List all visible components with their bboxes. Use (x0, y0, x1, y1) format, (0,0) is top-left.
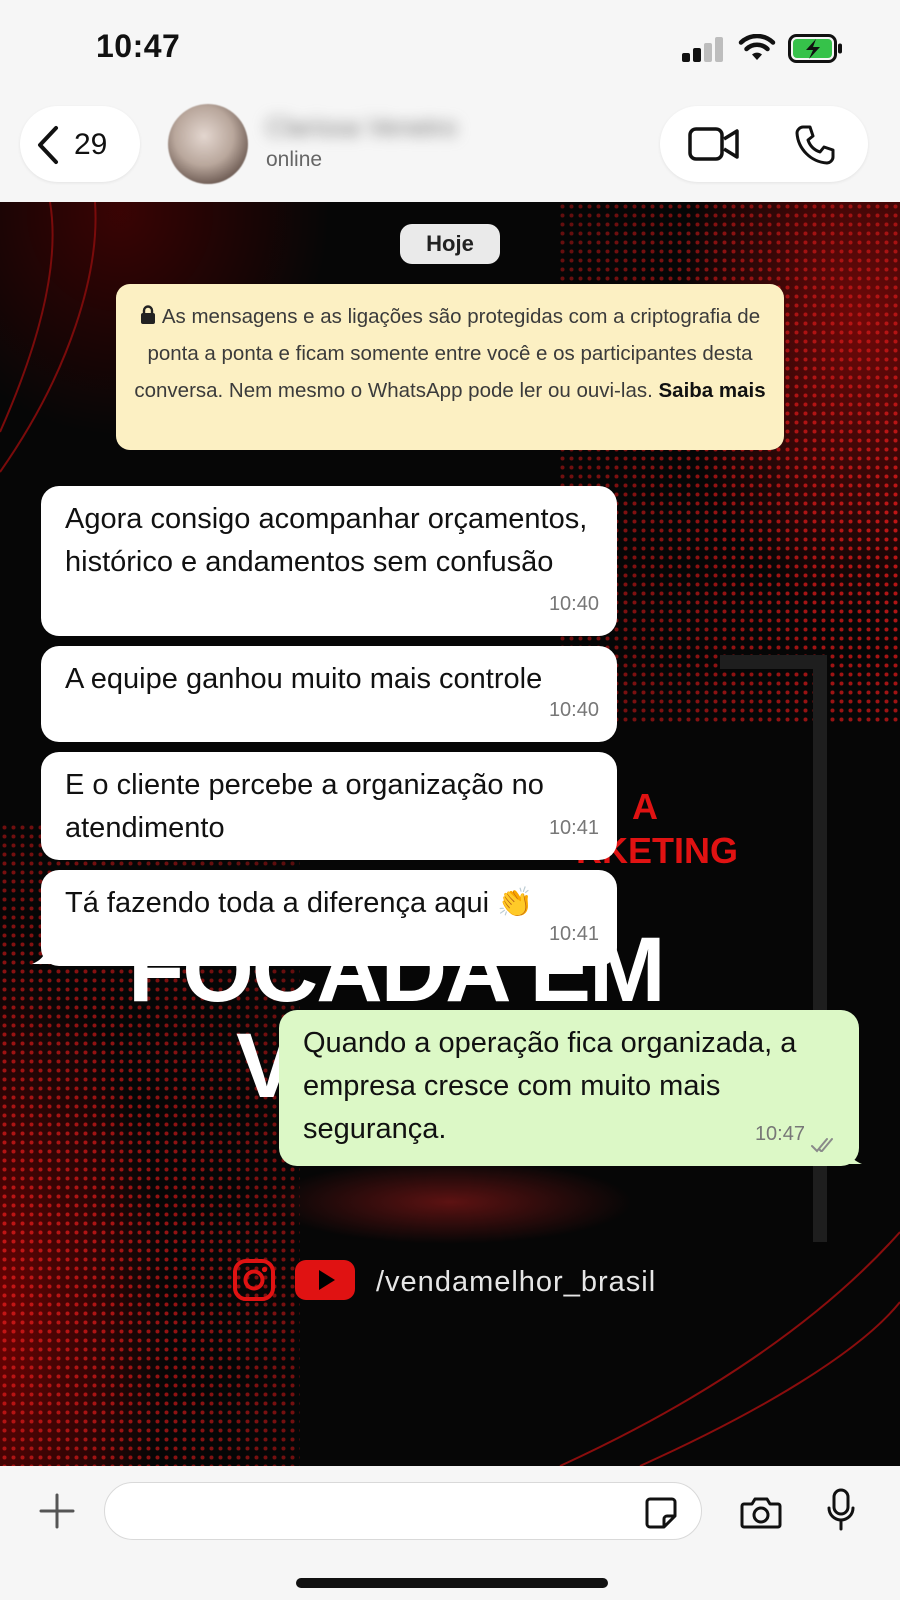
call-actions (660, 106, 868, 182)
sticker-icon[interactable] (644, 1496, 678, 1530)
message-time: 10:40 (548, 593, 599, 615)
bubble-tail (32, 946, 52, 964)
cellular-signal-icon (682, 36, 726, 62)
avatar[interactable] (168, 104, 248, 184)
phone-icon[interactable] (794, 124, 836, 166)
message-text: A equipe ganhou muito mais controle (65, 663, 543, 695)
message-time: 10:41 (548, 817, 599, 839)
message-bubble-outgoing[interactable]: Quando a operação fica organizada, a emp… (279, 1010, 859, 1166)
instagram-icon (233, 1259, 275, 1301)
chevron-left-icon (38, 126, 58, 164)
video-call-icon[interactable] (688, 126, 740, 162)
chat-header: 29 Clarissa Venetro online (0, 100, 900, 202)
message-composer (0, 1466, 900, 1600)
message-text: Agora consigo acompanhar orçamentos, his… (65, 503, 588, 578)
battery-charging-icon (788, 34, 842, 63)
home-indicator[interactable] (296, 1578, 608, 1588)
double-check-icon (811, 1138, 833, 1153)
message-text: Quando a operação fica organizada, a emp… (303, 1027, 797, 1145)
message-bubble-incoming[interactable]: Tá fazendo toda a diferença aqui 👏 10:41 (41, 870, 617, 966)
message-bubble-incoming[interactable]: A equipe ganhou muito mais controle 10:4… (41, 646, 617, 742)
contact-name[interactable]: Clarissa Venetro (266, 112, 506, 144)
lock-icon (140, 305, 155, 324)
wifi-icon (738, 34, 776, 60)
message-time: 10:47 (754, 1123, 805, 1145)
social-handle: /vendamelhor_brasil (376, 1266, 657, 1298)
status-time: 10:47 (96, 28, 181, 64)
plus-icon[interactable] (38, 1492, 76, 1530)
message-bubble-incoming[interactable]: Agora consigo acompanhar orçamentos, his… (41, 486, 617, 636)
contact-status: online (266, 148, 323, 171)
unread-count: 29 (74, 128, 108, 161)
message-text: Tá fazendo toda a diferença aqui 👏 (65, 887, 534, 919)
youtube-icon (295, 1260, 355, 1300)
message-time: 10:40 (548, 699, 599, 721)
message-bubble-incoming[interactable]: E o cliente percebe a organização no ate… (41, 752, 617, 860)
microphone-icon[interactable] (826, 1488, 856, 1532)
date-separator: Hoje (400, 224, 500, 264)
learn-more-link[interactable]: Saiba mais (659, 379, 766, 402)
back-button[interactable]: 29 (20, 106, 140, 182)
status-bar: 10:47 (0, 0, 900, 100)
chat-area[interactable]: A RKETING FOCADA EM V /vendamelhor_brasi… (0, 202, 900, 1466)
message-time: 10:41 (548, 923, 599, 945)
wallpaper-text: A (632, 786, 658, 827)
camera-icon[interactable] (740, 1496, 782, 1530)
message-input[interactable] (104, 1482, 702, 1540)
encryption-notice[interactable]: As mensagens e as ligações são protegida… (116, 284, 784, 450)
bubble-tail (842, 1146, 862, 1164)
message-text: E o cliente percebe a organização no ate… (65, 769, 544, 844)
